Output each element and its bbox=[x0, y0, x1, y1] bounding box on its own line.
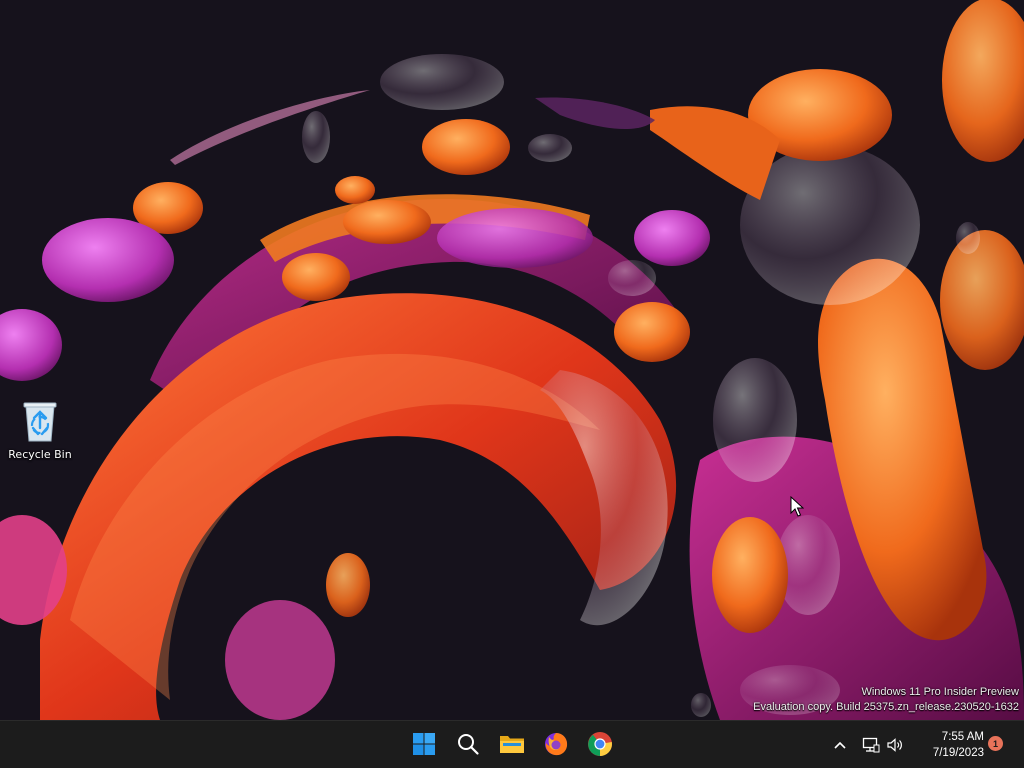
tray-show-hidden-icons-button[interactable] bbox=[828, 721, 852, 769]
taskbar: 7:55 AM 7/19/2023 bbox=[0, 720, 1024, 768]
mouse-cursor-icon bbox=[790, 496, 804, 517]
firefox-icon bbox=[545, 733, 568, 756]
chevron-up-icon bbox=[834, 741, 846, 749]
folder-icon bbox=[500, 736, 524, 753]
volume-icon bbox=[887, 738, 902, 752]
search-icon bbox=[458, 734, 479, 755]
tray-time: 7:55 AM bbox=[941, 731, 984, 743]
taskbar-firefox-button[interactable] bbox=[536, 724, 576, 764]
network-icon bbox=[862, 737, 880, 753]
taskbar-start-button[interactable] bbox=[404, 724, 444, 764]
taskbar-chrome-button[interactable] bbox=[580, 724, 620, 764]
taskbar-file-explorer-button[interactable] bbox=[492, 724, 532, 764]
desktop-icon-recycle-bin[interactable]: Recycle Bin bbox=[2, 398, 78, 468]
desktop[interactable]: Recycle Bin Windows 11 Pro Insider Previ… bbox=[0, 0, 1024, 720]
notification-badge[interactable]: 1 bbox=[988, 736, 1003, 751]
watermark-line-1: Windows 11 Pro Insider Preview bbox=[861, 686, 1019, 698]
recycle-bin-icon bbox=[23, 402, 57, 442]
build-watermark: Windows 11 Pro Insider Preview Evaluatio… bbox=[753, 685, 1019, 715]
tray-network-volume-button[interactable] bbox=[858, 721, 908, 769]
wallpaper bbox=[0, 0, 1024, 720]
tray-clock[interactable]: 7:55 AM 7/19/2023 bbox=[912, 729, 984, 761]
taskbar-search-button[interactable] bbox=[448, 724, 488, 764]
watermark-line-2: Evaluation copy. Build 25375.zn_release.… bbox=[753, 701, 1019, 713]
desktop-icon-label: Recycle Bin bbox=[8, 448, 72, 461]
tray-date: 7/19/2023 bbox=[932, 747, 984, 759]
windows-start-icon bbox=[413, 733, 435, 755]
chrome-icon bbox=[588, 732, 612, 756]
